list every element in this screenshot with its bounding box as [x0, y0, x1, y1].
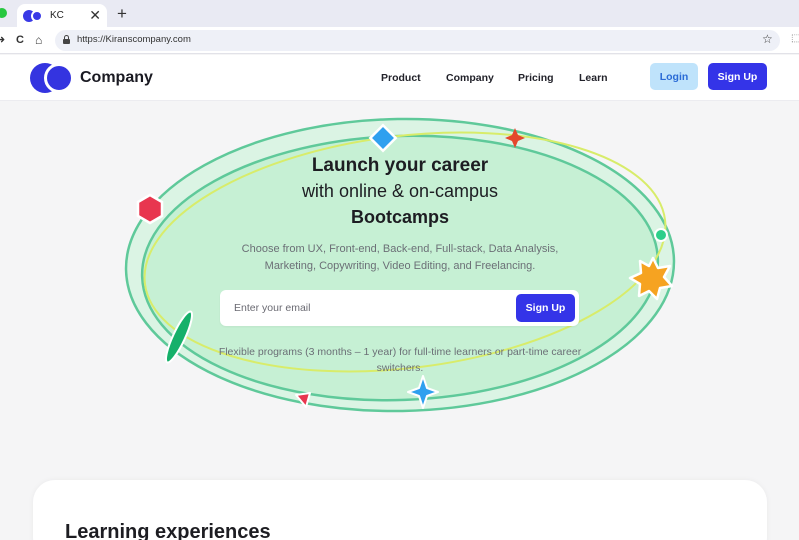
- hero-title-line-2: with online & on-campus: [301, 181, 499, 201]
- site-header: Company Product Company Pricing Learn Lo…: [0, 55, 799, 101]
- nav-learn[interactable]: Learn: [579, 72, 608, 84]
- hero-note: Flexible programs (3 months – 1 year) fo…: [218, 346, 582, 374]
- tab-title: KC: [50, 10, 64, 21]
- nav-product[interactable]: Product: [381, 72, 421, 84]
- bookmark-star-icon[interactable]: ☆: [762, 32, 773, 46]
- nav-pricing[interactable]: Pricing: [518, 72, 554, 84]
- green-dot-icon: [654, 228, 668, 242]
- reload-icon[interactable]: C: [16, 33, 24, 47]
- nav-company[interactable]: Company: [446, 72, 494, 84]
- login-button[interactable]: Login: [650, 63, 698, 90]
- browser-tab[interactable]: KC ✕: [17, 4, 107, 27]
- company-logo-icon[interactable]: [30, 63, 74, 93]
- back-arrow-icon[interactable]: ➜: [0, 33, 5, 47]
- brand-name[interactable]: Company: [80, 69, 153, 87]
- close-tab-icon[interactable]: ✕: [89, 7, 101, 23]
- new-tab-icon[interactable]: +: [117, 5, 127, 22]
- header-signup-button[interactable]: Sign Up: [708, 63, 767, 90]
- extensions-icon[interactable]: ⬚: [791, 33, 799, 44]
- browser-tab-bar: KC ✕ +: [0, 0, 799, 27]
- email-input[interactable]: [234, 299, 504, 317]
- window-maximize-dot[interactable]: [0, 8, 7, 18]
- lock-icon[interactable]: [63, 35, 70, 44]
- section-title: Learning experiences: [65, 521, 271, 540]
- hero-signup-button[interactable]: Sign Up: [516, 294, 575, 322]
- favicon-icon: [23, 9, 44, 22]
- email-signup-form: Sign Up: [220, 290, 579, 326]
- home-icon[interactable]: ⌂: [35, 33, 42, 47]
- hero-subtitle: Choose from UX, Front-end, Back-end, Ful…: [241, 243, 559, 272]
- url-text[interactable]: https://Kiranscompany.com: [77, 34, 191, 45]
- browser-toolbar: ➜ C ⌂ https://Kiranscompany.com ☆ ⬚: [0, 27, 799, 54]
- address-bar[interactable]: https://Kiranscompany.com ☆: [55, 30, 780, 51]
- hero-title-line-1: Launch your career: [311, 155, 489, 176]
- learning-experiences-card: Learning experiences: [33, 480, 767, 540]
- hero-title-line-3: Bootcamps: [350, 207, 449, 227]
- hexagon-shape-icon: [136, 193, 164, 225]
